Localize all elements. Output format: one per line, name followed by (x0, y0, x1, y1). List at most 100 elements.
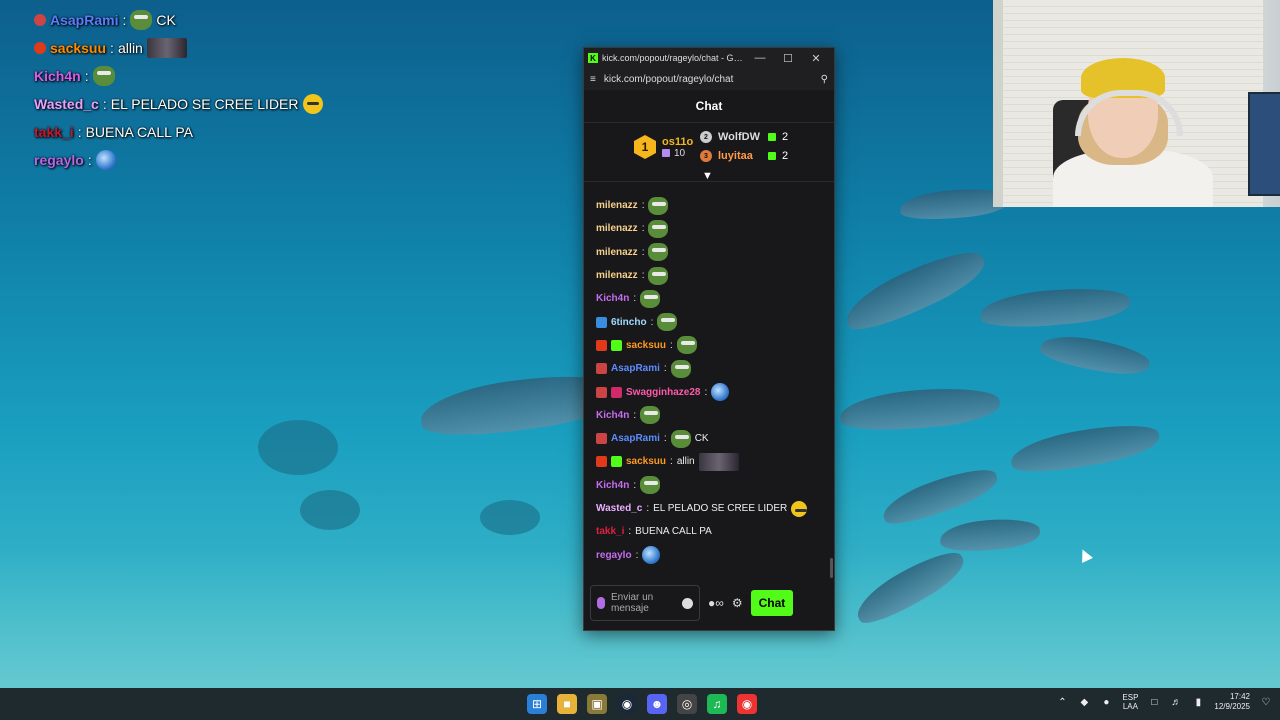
separator: : (122, 12, 127, 28)
chat-username[interactable]: Wasted_c (596, 503, 642, 514)
close-icon[interactable]: ✕ (802, 52, 830, 65)
separator: : (102, 96, 107, 112)
chat-badge-icon (596, 339, 607, 351)
separator: : (650, 316, 654, 328)
chat-username[interactable]: Kich4n (596, 410, 629, 421)
leaderboard-second[interactable]: 2 WolfDW 2 (700, 131, 788, 143)
separator: : (633, 409, 637, 421)
spotify-icon[interactable]: ♫ (707, 694, 727, 714)
chat-message[interactable]: milenazz: (596, 264, 834, 287)
leaderboard-first[interactable]: 1 os11o 10 (634, 135, 693, 159)
pepe-emote-icon (92, 66, 115, 86)
pepe-emote-icon (640, 476, 661, 495)
leaderboard-third[interactable]: 3 luyitaa 2 (700, 150, 788, 162)
chat-username[interactable]: takk_i (596, 526, 624, 537)
pepe-emote-icon (130, 10, 153, 30)
notification-bell-icon[interactable]: ♡ (1260, 696, 1272, 708)
separator: : (641, 223, 645, 235)
chat-message[interactable]: milenazz: (596, 217, 834, 240)
yellow-emote-icon (791, 500, 808, 517)
overlay-chat-line: takk_i: BUENA CALL PA (34, 118, 323, 146)
chevron-up-icon[interactable]: ⌃ (1056, 696, 1068, 708)
volume-icon[interactable]: ♬ (1170, 696, 1182, 708)
microphone-icon[interactable] (597, 597, 605, 609)
chat-message[interactable]: Swagginhaze28: (596, 380, 834, 403)
overlay-chat-line: regaylo: (34, 146, 323, 174)
rank-3-badge: 3 (700, 150, 712, 162)
overlay-username: sacksuu (50, 40, 107, 56)
chat-username[interactable]: 6tincho (611, 317, 647, 328)
chat-username[interactable]: milenazz (596, 270, 638, 281)
overlay-message-text: allin (117, 40, 143, 56)
obs-icon[interactable]: ◎ (677, 694, 697, 714)
chat-header: Chat (584, 90, 834, 123)
leaderboard-first-count: 10 (674, 147, 686, 159)
chat-message[interactable]: milenazz: (596, 194, 834, 217)
chat-username[interactable]: AsapRami (611, 433, 660, 444)
minimize-icon[interactable]: — (746, 52, 774, 64)
chat-message[interactable]: AsapRami: CK (596, 427, 834, 450)
chat-message[interactable]: Wasted_c: EL PELADO SE CREE LIDER (596, 497, 834, 520)
chat-message[interactable]: regaylo: (596, 543, 834, 566)
chat-username[interactable]: Kich4n (596, 480, 629, 491)
globe-emote-icon (711, 383, 730, 402)
chat-username[interactable]: sacksuu (626, 340, 666, 351)
chat-username[interactable]: Kich4n (596, 293, 629, 304)
kick-logo-icon: K (588, 53, 598, 63)
security-icon[interactable]: ◆ (1078, 696, 1090, 708)
points-icon[interactable]: ●∞ (708, 596, 724, 610)
collapse-leaderboard-icon[interactable]: ▼ (702, 170, 713, 182)
windows-start-icon[interactable]: ⊞ (527, 694, 547, 714)
leaderboard-third-name: luyitaa (718, 150, 753, 162)
maximize-icon[interactable]: ☐ (774, 52, 802, 65)
dolphin (838, 383, 1002, 435)
overlay-message-text: EL PELADO SE CREE LIDER (110, 96, 299, 112)
settings-gear-icon[interactable]: ⚙ (732, 596, 743, 610)
chrome-icon[interactable]: ◉ (737, 694, 757, 714)
chat-scrollbar[interactable] (830, 558, 833, 578)
file-explorer-icon[interactable]: ■ (557, 694, 577, 714)
url-text[interactable]: kick.com/popout/rageylo/chat (604, 74, 813, 85)
separator: : (663, 433, 667, 445)
chat-message[interactable]: sacksuu: (596, 334, 834, 357)
dolphin (1008, 417, 1162, 479)
app-icon[interactable]: ▣ (587, 694, 607, 714)
coral-rock (258, 420, 338, 475)
chat-message[interactable]: milenazz: (596, 241, 834, 264)
chat-username[interactable]: Swagginhaze28 (626, 387, 700, 398)
chat-username[interactable]: milenazz (596, 223, 638, 234)
chat-message[interactable]: Kich4n: (596, 287, 834, 310)
battery-icon[interactable]: ▮ (1192, 696, 1204, 708)
chat-username[interactable]: milenazz (596, 247, 638, 258)
window-title: kick.com/popout/rageylo/chat - Googl... (602, 53, 746, 63)
overlay-chat-line: Wasted_c: EL PELADO SE CREE LIDER (34, 90, 323, 118)
language-indicator[interactable]: ESP LAA (1122, 693, 1138, 711)
microphone-tray-icon[interactable]: ● (1100, 696, 1112, 708)
chat-input-bar: Enviar un mensaje ●∞ ⚙ Chat (590, 584, 834, 622)
message-input[interactable]: Enviar un mensaje (590, 585, 700, 621)
send-chat-button[interactable]: Chat (750, 590, 794, 616)
chat-message[interactable]: 6tincho: (596, 310, 834, 333)
discord-icon[interactable]: ☻ (647, 694, 667, 714)
chat-username[interactable]: regaylo (596, 550, 632, 561)
emoji-picker-icon[interactable] (682, 597, 693, 609)
chat-message[interactable]: takk_i: BUENA CALL PA (596, 520, 834, 543)
steam-icon[interactable]: ◉ (617, 694, 637, 714)
chat-username[interactable]: AsapRami (611, 363, 660, 374)
separator: : (84, 68, 89, 84)
network-icon[interactable]: □ (1148, 696, 1160, 708)
site-settings-icon[interactable]: ≡ (590, 74, 596, 85)
chat-username[interactable]: sacksuu (626, 456, 666, 467)
chat-message-text: CK (694, 433, 709, 445)
chat-message[interactable]: sacksuu: allin (596, 450, 834, 473)
chat-message[interactable]: Kich4n: (596, 474, 834, 497)
chat-badge-icon (611, 339, 622, 351)
clock[interactable]: 17:42 12/9/2025 (1214, 692, 1250, 712)
pepe-emote-icon (648, 196, 669, 215)
address-bar[interactable]: ≡ kick.com/popout/rageylo/chat ⚲ (584, 68, 834, 90)
chat-message[interactable]: AsapRami: (596, 357, 834, 380)
chat-username[interactable]: milenazz (596, 200, 638, 211)
separator: : (641, 200, 645, 212)
zoom-icon[interactable]: ⚲ (821, 74, 828, 85)
chat-message[interactable]: Kich4n: (596, 404, 834, 427)
